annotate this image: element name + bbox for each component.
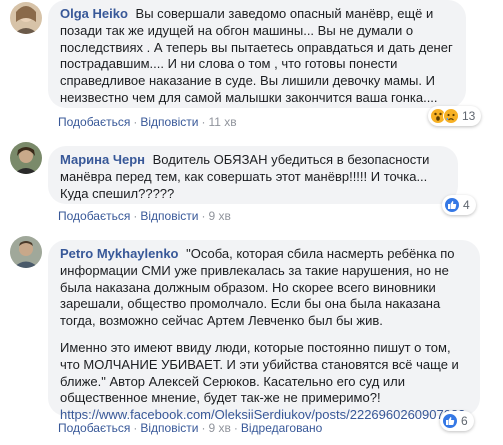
like-link[interactable]: Подобається xyxy=(58,421,130,435)
like-icon xyxy=(444,197,460,213)
avatar[interactable] xyxy=(10,142,42,174)
reaction-badge[interactable]: 4 xyxy=(442,195,476,215)
reaction-badge[interactable]: 6 xyxy=(440,411,474,431)
like-link[interactable]: Подобається xyxy=(58,209,130,223)
reply-link[interactable]: Відповісти xyxy=(140,421,198,435)
avatar[interactable] xyxy=(10,2,42,34)
reply-link[interactable]: Відповісти xyxy=(140,115,198,129)
like-link[interactable]: Подобається xyxy=(58,115,130,129)
comment-bubble: Petro Mykhaylenko "Особа, которая сбила … xyxy=(48,240,480,422)
comment-actions: Подобається · Відповісти · 11 хв xyxy=(58,115,237,129)
comment-actions: Подобається · Відповісти · 9 хв xyxy=(58,209,231,223)
comment-bubble: Olga Heiko Вы совершали заведомо опасный… xyxy=(48,0,466,108)
reaction-badge[interactable]: 13 xyxy=(428,106,482,126)
comment-time[interactable]: 9 хв xyxy=(208,209,230,223)
avatar[interactable] xyxy=(10,236,42,268)
comment-author[interactable]: Olga Heiko xyxy=(60,6,128,21)
comment-author[interactable]: Марина Черн xyxy=(60,152,145,167)
comment-author[interactable]: Petro Mykhaylenko xyxy=(60,246,179,261)
comment-bubble: Марина Черн Водитель ОБЯЗАН убедиться в … xyxy=(48,146,458,204)
reply-link[interactable]: Відповісти xyxy=(140,209,198,223)
reaction-count: 4 xyxy=(463,198,470,212)
comment-time[interactable]: 11 хв xyxy=(208,115,236,129)
sad-icon xyxy=(443,108,459,124)
comment-time[interactable]: 9 хв xyxy=(208,421,230,435)
edited-link[interactable]: Відредаговано xyxy=(241,421,322,435)
comment-actions: Подобається · Відповісти · 9 хв · Відредагован… xyxy=(58,421,323,435)
like-icon xyxy=(442,413,458,429)
reaction-count: 13 xyxy=(462,109,476,123)
comment-text-paragraph: Именно это имеют ввиду люди, которые пос… xyxy=(60,339,459,406)
reaction-count: 6 xyxy=(461,414,468,428)
